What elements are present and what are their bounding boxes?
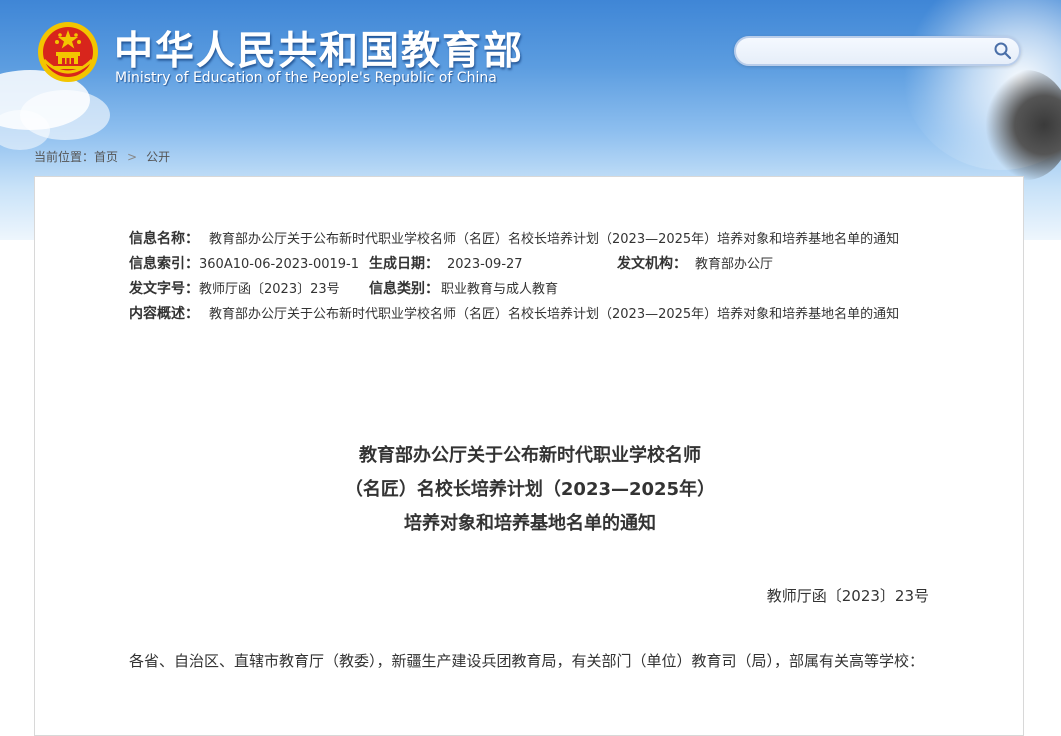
meta-index-value: 360A10-06-2023-0019-1 (199, 257, 359, 272)
meta-org-cell: 发文机构： 教育部办公厅 (617, 252, 773, 277)
breadcrumb-home-link[interactable]: 首页 (94, 150, 118, 164)
site-title-en[interactable]: Ministry of Education of the People's Re… (115, 70, 497, 86)
article-title-line: （名匠）名校长培养计划（2023—2025年） (344, 479, 716, 500)
info-meta-table: 信息名称： 教育部办公厅关于公布新时代职业学校名师（名匠）名校长培养计划（202… (129, 227, 929, 327)
article-doc-number: 教师厅函〔2023〕23号 (766, 587, 929, 605)
article-salutation: 各省、自治区、直辖市教育厅（教委），新疆生产建设兵团教育局，有关部门（单位）教育… (129, 652, 925, 670)
meta-date-value: 2023-09-27 (447, 257, 523, 272)
meta-category-label: 信息类别： (369, 281, 439, 297)
meta-org-label: 发文机构： (617, 256, 687, 272)
search-icon[interactable] (993, 41, 1013, 61)
breadcrumb-public-link[interactable]: 公开 (146, 150, 170, 164)
meta-date-label: 生成日期： (369, 256, 439, 272)
meta-docno-value: 教师厅函〔2023〕23号 (199, 282, 340, 297)
meta-index-label: 信息索引： (129, 256, 199, 272)
meta-docno-label: 发文字号： (129, 281, 199, 297)
breadcrumb-prefix: 当前位置： (34, 150, 95, 164)
meta-name-label: 信息名称： (129, 231, 199, 247)
meta-name-value: 教育部办公厅关于公布新时代职业学校名师（名匠）名校长培养计划（2023—2025… (209, 232, 900, 247)
chevron-right-icon: > (127, 150, 138, 164)
meta-date-cell: 生成日期： 2023-09-27 (369, 252, 523, 277)
meta-summary-value: 教育部办公厅关于公布新时代职业学校名师（名匠）名校长培养计划（2023—2025… (209, 307, 900, 322)
meta-category-value: 职业教育与成人教育 (441, 282, 559, 297)
breadcrumb: 当前位置：首页 > 公开 (34, 148, 170, 165)
meta-row-index: 信息索引：360A10-06-2023-0019-1 生成日期： 2023-09-… (129, 252, 929, 277)
meta-row-summary: 内容概述： 教育部办公厅关于公布新时代职业学校名师（名匠）名校长培养计划（202… (129, 302, 929, 327)
dandelion-stem-decoration (981, 70, 1061, 180)
site-title-cn[interactable]: 中华人民共和国教育部 (114, 20, 524, 76)
search-input[interactable] (736, 38, 1000, 64)
article-title-line: 培养对象和培养基地名单的通知 (404, 513, 656, 534)
cloud-decoration (0, 110, 50, 150)
national-emblem-icon[interactable] (36, 20, 100, 84)
article-title-line: 教育部办公厅关于公布新时代职业学校名师 (359, 445, 701, 466)
search-bar[interactable] (734, 36, 1021, 66)
meta-row-docno: 发文字号：教师厅函〔2023〕23号 信息类别： 职业教育与成人教育 (129, 277, 929, 302)
meta-summary-label: 内容概述： (129, 306, 199, 322)
content-panel: 信息名称： 教育部办公厅关于公布新时代职业学校名师（名匠）名校长培养计划（202… (34, 176, 1024, 736)
meta-org-value: 教育部办公厅 (695, 257, 774, 272)
meta-row-name: 信息名称： 教育部办公厅关于公布新时代职业学校名师（名匠）名校长培养计划（202… (129, 227, 929, 252)
article-title: 教育部办公厅关于公布新时代职业学校名师 （名匠）名校长培养计划（2023—202… (35, 439, 1025, 541)
meta-category-cell: 信息类别： 职业教育与成人教育 (369, 277, 558, 302)
